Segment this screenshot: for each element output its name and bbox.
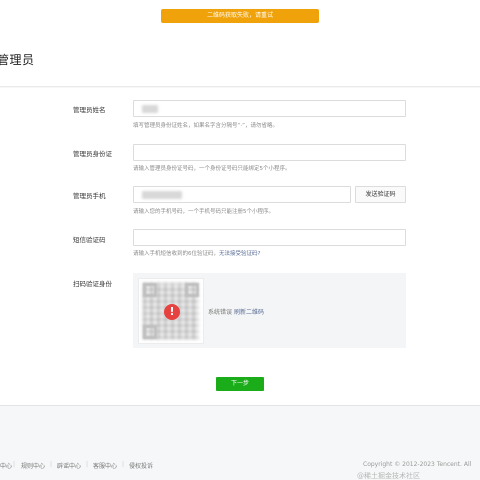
error-toast: 二维码获取失败，请重试 <box>161 9 319 23</box>
footer: 中心 | 规则中心 | 辟谣中心 | 客服中心 | 侵权投诉 Copyright… <box>0 407 480 480</box>
footer-separator: | <box>122 461 125 468</box>
qr-code: ! <box>138 278 204 344</box>
scan-verify-label: 扫码验证身份 <box>73 280 112 288</box>
cannot-receive-code-link[interactable]: 无法接受验证码? <box>219 251 260 257</box>
qr-finder <box>143 283 157 297</box>
refresh-qr-link[interactable]: 刷新二维码 <box>234 309 264 316</box>
footer-link[interactable]: 辟谣中心 <box>57 461 81 470</box>
phone-input[interactable] <box>133 186 351 203</box>
send-code-button[interactable]: 发送验证码 <box>355 186 406 203</box>
id-card-input[interactable] <box>133 144 406 161</box>
copyright: Copyright © 2012-2023 Tencent. All <box>363 461 472 468</box>
sms-code-hint: 请输入手机短信收到的6位验证码，无法接受验证码? <box>133 249 260 257</box>
footer-link[interactable]: 侵权投诉 <box>129 461 153 470</box>
name-label: 管理员姓名 <box>73 106 106 114</box>
footer-separator: | <box>13 461 16 468</box>
next-button[interactable]: 下一步 <box>216 377 264 391</box>
qr-status-text: 系统错误 <box>208 309 233 316</box>
id-card-label: 管理员身份证 <box>73 150 112 158</box>
sms-code-label: 短信验证码 <box>73 236 106 244</box>
footer-link[interactable]: 客服中心 <box>93 461 117 470</box>
redacted-value <box>142 105 158 113</box>
sms-code-hint-text: 请输入手机短信收到的6位验证码， <box>133 251 220 257</box>
name-input[interactable] <box>133 100 406 117</box>
qr-status: 系统错误 刷新二维码 <box>208 307 264 316</box>
id-card-hint: 请输入管理员身份证号码，一个身份证号码只能绑定5个小程序。 <box>133 166 291 172</box>
page-title: 管理员 <box>0 53 35 67</box>
footer-separator: | <box>50 461 53 468</box>
watermark: @稀土掘金技术社区 <box>357 472 420 480</box>
error-icon: ! <box>164 304 180 320</box>
form-card <box>0 88 480 406</box>
qr-finder <box>143 325 157 339</box>
footer-link[interactable]: 中心 <box>0 461 12 470</box>
qr-finder <box>185 283 199 297</box>
sms-code-input[interactable] <box>133 229 406 246</box>
phone-label: 管理员手机 <box>73 192 106 200</box>
footer-separator: | <box>86 461 89 468</box>
footer-link[interactable]: 规则中心 <box>21 461 45 470</box>
qr-panel: ! 系统错误 刷新二维码 <box>133 273 406 348</box>
redacted-value <box>142 191 182 199</box>
phone-hint: 请输入您的手机号码，一个手机号码只能注册5个小程序。 <box>133 209 275 215</box>
name-hint: 填写管理员身份证姓名，如果名字含分隔号“·”，请勿省略。 <box>133 123 278 129</box>
